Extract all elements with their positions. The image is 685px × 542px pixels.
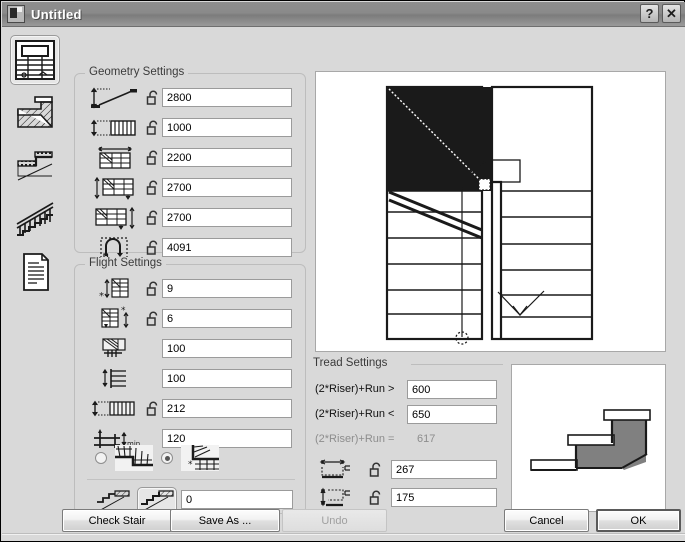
geometry-settings-group: Geometry Settings bbox=[74, 73, 306, 253]
tread-count-icon: * bbox=[89, 306, 141, 332]
lower-run-length-icon bbox=[89, 205, 141, 231]
riser-height-input[interactable] bbox=[162, 399, 292, 418]
dialog-body: Geometry Settings bbox=[2, 27, 685, 541]
railing-view-tool[interactable] bbox=[10, 194, 60, 244]
stair-plan-drawing bbox=[316, 72, 665, 351]
tread-row-actual: (2*Riser)+Run = 617 bbox=[313, 429, 503, 453]
dialog-button-bar: Check Stair Save As ... Undo Cancel OK bbox=[2, 505, 685, 541]
tread-actual-label: (2*Riser)+Run = bbox=[315, 433, 394, 445]
svg-text:*: * bbox=[121, 306, 126, 316]
help-icon[interactable]: ? bbox=[640, 4, 659, 23]
tread-max-input[interactable] bbox=[407, 405, 497, 424]
geometry-row-lower-run bbox=[75, 205, 305, 231]
upper-run-length-input[interactable] bbox=[162, 178, 292, 197]
lock-open-icon[interactable] bbox=[146, 281, 160, 297]
window-title: Untitled bbox=[31, 7, 82, 22]
tread-settings-rule bbox=[411, 364, 503, 365]
tread-settings-group: Tread Settings (2*Riser)+Run > (2*Riser)… bbox=[313, 357, 503, 512]
listing-view-tool[interactable] bbox=[10, 247, 60, 297]
svg-text:*: * bbox=[99, 291, 104, 302]
svg-text:*: * bbox=[188, 460, 193, 470]
flight-settings-group: Flight Settings bbox=[74, 264, 306, 514]
lock-open-icon[interactable] bbox=[146, 180, 160, 196]
stair-width-input[interactable] bbox=[162, 148, 292, 167]
lock-open-icon[interactable] bbox=[146, 120, 160, 136]
geometry-row-total-rise bbox=[75, 85, 305, 111]
riser-count-icon: * bbox=[89, 276, 141, 302]
floor-thickness-input[interactable] bbox=[162, 118, 292, 137]
riser-count-input[interactable] bbox=[162, 279, 292, 298]
tread-min-input[interactable] bbox=[407, 380, 497, 399]
tread-actual-value: 617 bbox=[417, 433, 435, 445]
cancel-button[interactable]: Cancel bbox=[504, 509, 589, 532]
winder-mode-row: * bbox=[75, 443, 305, 473]
winder-top-input[interactable] bbox=[162, 339, 292, 358]
lock-open-icon[interactable] bbox=[146, 150, 160, 166]
lock-open-icon[interactable] bbox=[146, 90, 160, 106]
total-rise-icon bbox=[89, 85, 141, 111]
total-rise-input[interactable] bbox=[162, 88, 292, 107]
stair-section-preview bbox=[511, 364, 666, 512]
upper-run-length-icon bbox=[89, 175, 141, 201]
walkline-length-input[interactable] bbox=[162, 238, 292, 257]
geometry-row-floor-thickness bbox=[75, 115, 305, 141]
winder-straight-icon[interactable] bbox=[113, 443, 155, 473]
flight-divider bbox=[87, 479, 295, 480]
close-icon[interactable]: ✕ bbox=[662, 4, 681, 23]
floor-thickness-icon bbox=[89, 115, 141, 141]
stair-settings-dialog: Untitled ? ✕ bbox=[0, 0, 685, 542]
flight-row-winder-top bbox=[75, 336, 305, 362]
tread-count-input[interactable] bbox=[162, 309, 292, 328]
geometry-row-upper-run bbox=[75, 175, 305, 201]
winder-mode-straight[interactable] bbox=[95, 452, 107, 464]
flight-row-riser-count: * bbox=[75, 276, 305, 302]
lock-open-icon[interactable] bbox=[146, 311, 160, 327]
tread-row-max: (2*Riser)+Run < bbox=[313, 404, 503, 428]
flight-row-tread-count: * bbox=[75, 306, 305, 332]
flight-settings-label: Flight Settings bbox=[85, 257, 166, 269]
winder-bottom-icon bbox=[89, 366, 141, 392]
stair-plan-preview bbox=[315, 71, 666, 352]
save-as-button[interactable]: Save As ... bbox=[170, 509, 280, 532]
lower-run-length-input[interactable] bbox=[162, 208, 292, 227]
title-bar: Untitled ? ✕ bbox=[2, 2, 685, 27]
ok-button[interactable]: OK bbox=[596, 509, 681, 532]
tread-max-label: (2*Riser)+Run < bbox=[315, 408, 394, 420]
title-bar-buttons: ? ✕ bbox=[640, 4, 681, 23]
lock-open-icon[interactable] bbox=[146, 210, 160, 226]
winder-balanced-icon[interactable]: * bbox=[179, 443, 221, 473]
plan-view-tool[interactable] bbox=[10, 35, 60, 85]
tread-row-min: (2*Riser)+Run > bbox=[313, 379, 503, 403]
lock-open-icon[interactable] bbox=[369, 490, 383, 506]
lock-open-icon[interactable] bbox=[146, 240, 160, 256]
flight-row-winder-bottom bbox=[75, 366, 305, 392]
stair-app-icon bbox=[7, 5, 25, 23]
undo-button: Undo bbox=[282, 509, 387, 532]
view-toolbar bbox=[10, 35, 62, 300]
tread-settings-label: Tread Settings bbox=[313, 357, 387, 369]
tread-row-going bbox=[313, 457, 503, 483]
lock-open-icon[interactable] bbox=[146, 401, 160, 417]
tread-min-label: (2*Riser)+Run > bbox=[315, 383, 394, 395]
tread-going-icon bbox=[315, 457, 359, 483]
section-view-tool[interactable] bbox=[10, 88, 60, 138]
profile-view-tool[interactable] bbox=[10, 141, 60, 191]
winder-top-icon bbox=[89, 336, 141, 362]
tread-going-input[interactable] bbox=[391, 460, 497, 479]
check-stair-button[interactable]: Check Stair bbox=[62, 509, 172, 532]
winder-mode-balanced[interactable] bbox=[161, 452, 173, 464]
geometry-row-stair-width bbox=[75, 145, 305, 171]
stair-section-drawing bbox=[512, 365, 665, 511]
lock-open-icon[interactable] bbox=[369, 462, 383, 478]
riser-height-icon bbox=[89, 396, 141, 422]
winder-bottom-input[interactable] bbox=[162, 369, 292, 388]
flight-row-riser-height bbox=[75, 396, 305, 422]
stair-width-icon bbox=[89, 145, 141, 171]
geometry-settings-label: Geometry Settings bbox=[85, 66, 188, 78]
